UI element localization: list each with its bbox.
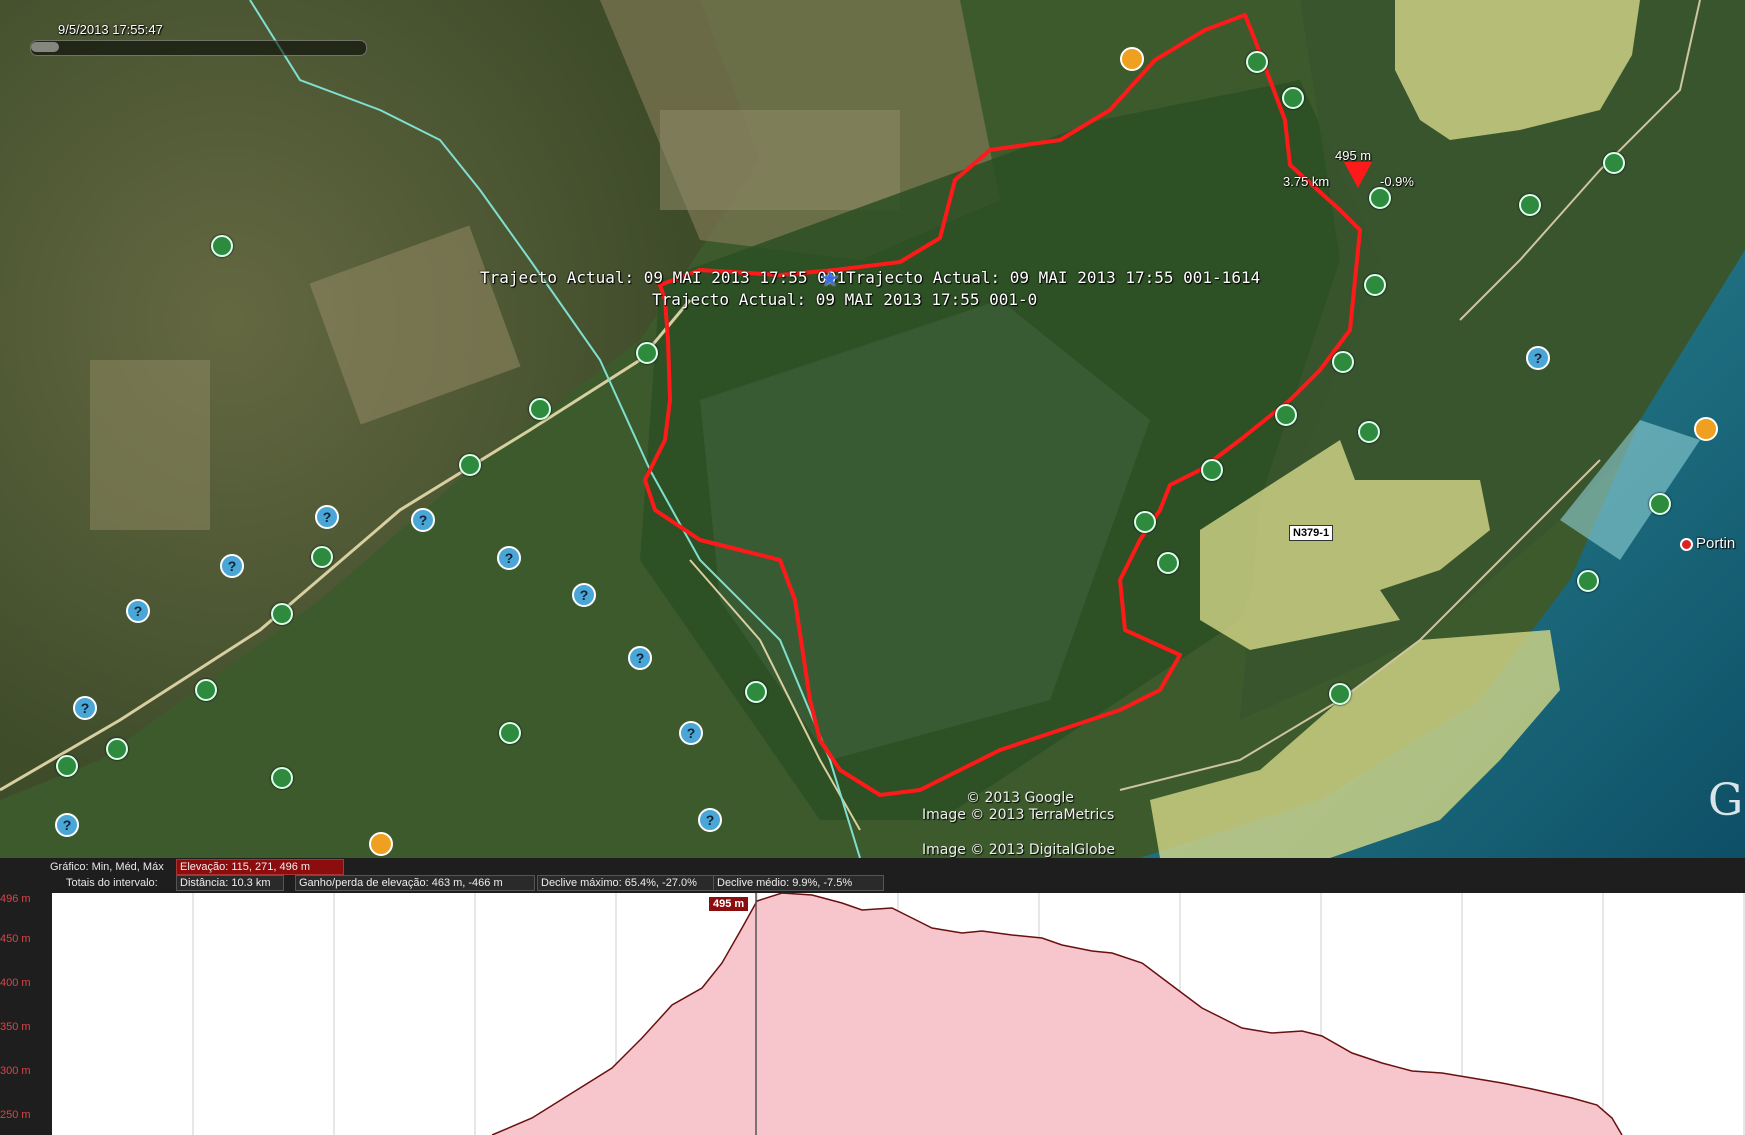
question-marker-icon[interactable]: ? — [55, 813, 79, 837]
park-marker-icon[interactable] — [1134, 511, 1156, 533]
cursor-slope: -0.9% — [1380, 174, 1414, 189]
park-marker-icon[interactable] — [499, 722, 521, 744]
park-marker-icon[interactable] — [1329, 683, 1351, 705]
park-marker-icon[interactable] — [529, 398, 551, 420]
park-marker-icon[interactable] — [271, 767, 293, 789]
satellite-imagery — [0, 0, 1745, 858]
poi-marker-icon[interactable] — [1694, 417, 1718, 441]
park-marker-icon[interactable] — [1577, 570, 1599, 592]
track-start-icon: ★ — [820, 266, 840, 291]
park-marker-icon[interactable] — [1157, 552, 1179, 574]
place-label: Portin — [1696, 535, 1736, 552]
park-marker-icon[interactable] — [1282, 87, 1304, 109]
park-marker-icon[interactable] — [745, 681, 767, 703]
park-marker-icon[interactable] — [56, 755, 78, 777]
y-tick-label: 400 m — [0, 977, 31, 989]
google-logo: G — [1708, 775, 1744, 826]
poi-marker-icon[interactable] — [1120, 47, 1144, 71]
timestamp: 9/5/2013 17:55:47 — [58, 22, 163, 37]
park-marker-icon[interactable] — [1275, 404, 1297, 426]
track-label: Trajecto Actual: 09 MAI 2013 17:55 001-0 — [652, 290, 1038, 309]
y-tick-label: 300 m — [0, 1065, 31, 1077]
elevation-area — [492, 893, 1622, 1135]
park-marker-icon[interactable] — [1358, 421, 1380, 443]
track-label: Trajecto Actual: 09 MAI 2013 17:55 001 — [480, 268, 847, 287]
graph-label: Gráfico: Min, Méd, Máx — [50, 861, 164, 873]
park-marker-icon[interactable] — [459, 454, 481, 476]
elevation-stats: Elevação: 115, 271, 496 m — [176, 859, 344, 875]
park-marker-icon[interactable] — [1332, 351, 1354, 373]
question-marker-icon[interactable]: ? — [126, 599, 150, 623]
copyright-digitalglobe: Image © 2013 DigitalGlobe — [922, 842, 1116, 858]
time-slider-handle[interactable] — [31, 42, 59, 52]
park-marker-icon[interactable] — [636, 342, 658, 364]
park-marker-icon[interactable] — [1364, 274, 1386, 296]
park-marker-icon[interactable] — [1246, 51, 1268, 73]
question-marker-icon[interactable]: ? — [220, 554, 244, 578]
cursor-elevation: 495 m — [1335, 148, 1372, 163]
park-marker-icon[interactable] — [271, 603, 293, 625]
question-marker-icon[interactable]: ? — [1526, 346, 1550, 370]
map-view[interactable]: ???????????? 9/5/2013 17:55:47 Trajecto … — [0, 0, 1745, 858]
question-marker-icon[interactable]: ? — [411, 508, 435, 532]
cursor-distance: 3.75 km — [1283, 174, 1330, 189]
copyright-google: © 2013 Google — [966, 790, 1074, 806]
y-tick-label: 496 m — [0, 893, 31, 905]
peak-tag: 495 m — [709, 897, 749, 911]
park-marker-icon[interactable] — [106, 738, 128, 760]
place-marker-icon[interactable] — [1680, 538, 1693, 551]
park-marker-icon[interactable] — [211, 235, 233, 257]
question-marker-icon[interactable]: ? — [315, 505, 339, 529]
question-marker-icon[interactable]: ? — [679, 721, 703, 745]
park-marker-icon[interactable] — [1649, 493, 1671, 515]
park-marker-icon[interactable] — [1369, 187, 1391, 209]
question-marker-icon[interactable]: ? — [698, 808, 722, 832]
y-tick-label: 250 m — [0, 1109, 31, 1121]
park-marker-icon[interactable] — [311, 546, 333, 568]
range-totals-label: Totais do intervalo: — [66, 877, 158, 889]
y-tick-label: 350 m — [0, 1021, 31, 1033]
y-tick-label: 450 m — [0, 933, 31, 945]
track-label: Trajecto Actual: 09 MAI 2013 17:55 001-1… — [846, 268, 1261, 287]
question-marker-icon[interactable]: ? — [497, 546, 521, 570]
park-marker-icon[interactable] — [195, 679, 217, 701]
distance-total: Distância: 10.3 km — [176, 875, 284, 891]
poi-marker-icon[interactable] — [369, 832, 393, 856]
elevation-profile-chart[interactable]: 495 m — [52, 893, 1745, 1135]
position-arrow-icon — [1344, 162, 1372, 188]
park-marker-icon[interactable] — [1603, 152, 1625, 174]
gain-loss-total: Ganho/perda de elevação: 463 m, -466 m — [295, 875, 535, 891]
question-marker-icon[interactable]: ? — [628, 646, 652, 670]
question-marker-icon[interactable]: ? — [73, 696, 97, 720]
copyright-terrametrics: Image © 2013 TerraMetrics — [922, 807, 1115, 823]
question-marker-icon[interactable]: ? — [572, 583, 596, 607]
avg-slope: Declive médio: 9.9%, -7.5% — [713, 875, 884, 891]
elevation-y-axis: 496 m 450 m 400 m 350 m 300 m 250 m — [0, 893, 52, 1135]
time-slider[interactable] — [30, 40, 367, 56]
park-marker-icon[interactable] — [1201, 459, 1223, 481]
road-label: N379-1 — [1289, 525, 1334, 541]
max-slope: Declive máximo: 65.4%, -27.0% — [537, 875, 717, 891]
park-marker-icon[interactable] — [1519, 194, 1541, 216]
